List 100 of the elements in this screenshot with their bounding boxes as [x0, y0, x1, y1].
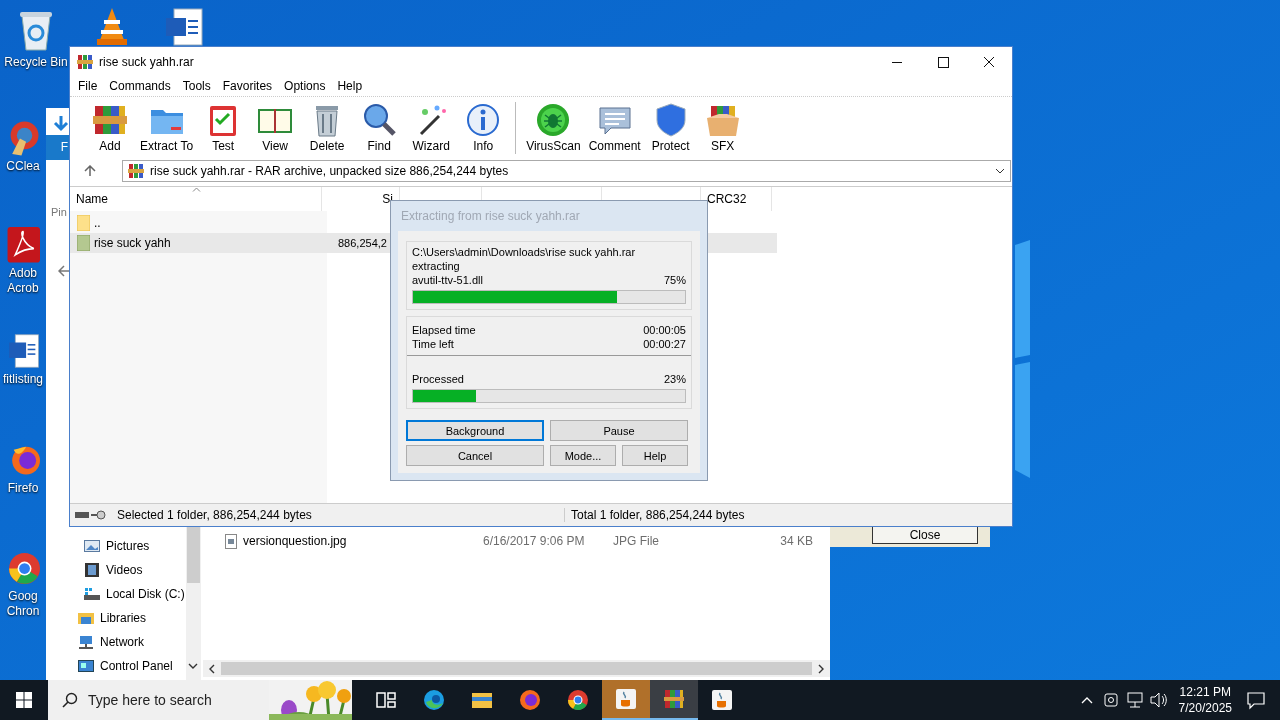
- file-size: 34 KB: [779, 534, 813, 548]
- toolbar-button[interactable]: Find: [353, 102, 406, 153]
- file-tab[interactable]: F: [46, 135, 69, 160]
- file-name: ..: [94, 216, 101, 230]
- cup-icon: [614, 687, 638, 711]
- nav-item[interactable]: Pictures: [46, 534, 186, 558]
- notification-icon[interactable]: [1246, 690, 1266, 710]
- processed-label: Processed: [412, 372, 464, 386]
- archive-icon: [128, 163, 144, 179]
- document-icon[interactable]: [6, 333, 40, 369]
- status-text: Selected 1 folder, 886,254,244 bytes: [117, 508, 565, 522]
- path-dropdown[interactable]: rise suck yahh.rar - RAR archive, unpacked size 886,254,244 bytes: [122, 160, 1011, 182]
- archive-icon: [77, 53, 93, 70]
- toolbar-button[interactable]: Extract To: [136, 102, 198, 153]
- nav-item[interactable]: Videos: [46, 558, 186, 582]
- percent-label: 23%: [663, 372, 686, 386]
- chevron-right-icon[interactable]: [818, 663, 824, 674]
- search-icon: [62, 692, 78, 708]
- desktop-icon-label[interactable]: CClea: [6, 159, 40, 174]
- toolbar-button[interactable]: View: [249, 102, 302, 153]
- network-icon: [78, 635, 94, 649]
- action-label: extracting: [412, 259, 461, 273]
- folder-icon: [77, 215, 90, 231]
- image-file-icon: [225, 533, 237, 549]
- up-arrow-icon[interactable]: [84, 165, 96, 177]
- search-field[interactable]: Type here to search: [88, 692, 258, 708]
- desktop-icon-label[interactable]: fitlisting: [3, 372, 43, 387]
- film-icon: [84, 563, 100, 577]
- folder-icon: [77, 235, 90, 251]
- menu-item[interactable]: File: [76, 79, 104, 93]
- dialog-title: Extracting from rise suck yahh.rar: [400, 208, 581, 225]
- clock-date[interactable]: 7/20/2025: [1178, 700, 1232, 716]
- drive-icon: [74, 510, 108, 520]
- file-name: rise suck yahh: [94, 236, 171, 250]
- chevron-down-icon[interactable]: [188, 663, 198, 669]
- toolbar-button[interactable]: Test: [197, 102, 250, 153]
- percent-label: 75%: [663, 273, 686, 287]
- file-date: 6/16/2017 9:06 PM: [483, 534, 586, 548]
- chevron-left-icon[interactable]: [209, 663, 215, 674]
- chevron-down-icon: [995, 168, 1005, 174]
- menu-item[interactable]: Options: [282, 79, 332, 93]
- clock-time[interactable]: 12:21 PM: [1179, 684, 1231, 700]
- horizontal-scrollbar[interactable]: [203, 660, 830, 677]
- toolbar-button[interactable]: Add: [84, 102, 136, 153]
- toolbar-button[interactable]: Protect: [644, 102, 697, 153]
- info-icon: [465, 102, 502, 138]
- file-name[interactable]: versionquestion.jpg: [243, 534, 483, 548]
- file-row[interactable]: rise suck yahh 886,254,2: [70, 233, 390, 253]
- bug-icon: [535, 102, 572, 138]
- toolbar-button[interactable]: Delete: [301, 102, 354, 153]
- file-size: 886,254,2: [338, 237, 387, 249]
- folder-icon: [78, 611, 94, 625]
- browser-icon: [566, 688, 590, 712]
- scrollbar-thumb[interactable]: [187, 527, 200, 583]
- dialog-button[interactable]: Cancel: [406, 445, 544, 466]
- time-left-label: Time left: [412, 337, 454, 351]
- dialog-button[interactable]: Background: [406, 420, 544, 441]
- menu-item[interactable]: Commands: [107, 79, 177, 93]
- elapsed-value: 00:00:05: [643, 323, 686, 337]
- nav-item[interactable]: Network: [46, 630, 186, 654]
- column-header[interactable]: CRC32: [707, 192, 747, 206]
- file-type: JPG File: [613, 534, 660, 548]
- toolbar-button[interactable]: Wizard: [405, 102, 458, 153]
- panel-icon: [78, 659, 94, 673]
- dialog-button[interactable]: Pause: [550, 420, 688, 441]
- elapsed-label: Elapsed time: [412, 323, 476, 337]
- cone-icon[interactable]: [94, 6, 130, 46]
- desktop-icon-label[interactable]: Recycle Bin: [4, 55, 68, 70]
- pin-label[interactable]: Pin: [51, 206, 67, 218]
- menu-item[interactable]: Favorites: [220, 79, 279, 93]
- dialog-button[interactable]: Mode...: [550, 445, 616, 466]
- toolbar-button[interactable]: Comment: [584, 102, 645, 153]
- menu-item[interactable]: Help: [335, 79, 369, 93]
- search-icon: [361, 102, 398, 138]
- pdf-icon[interactable]: [6, 225, 40, 263]
- nav-item[interactable]: Libraries: [46, 606, 186, 630]
- drive-icon: [84, 587, 100, 601]
- dialog-button[interactable]: Help: [622, 445, 688, 466]
- back-arrow-icon[interactable]: [58, 265, 70, 277]
- sort-caret-icon: [192, 187, 201, 192]
- toolbar-button[interactable]: Info: [457, 102, 510, 153]
- nav-item[interactable]: Local Disk (C:): [46, 582, 186, 606]
- nav-item[interactable]: Control Panel: [46, 654, 186, 678]
- browser-icon: [422, 688, 446, 712]
- status-text: Total 1 folder, 886,254,244 bytes: [571, 508, 745, 522]
- document-icon[interactable]: [164, 8, 204, 46]
- menu-item[interactable]: Tools: [180, 79, 217, 93]
- books-icon: [662, 687, 686, 711]
- toolbar-button[interactable]: VirusScan: [522, 102, 585, 153]
- time-left-value: 00:00:27: [643, 337, 686, 351]
- desktop-icon-label[interactable]: Adob Acrob: [2, 266, 44, 296]
- search-field[interactable]: Type here to search: [48, 680, 269, 720]
- file-name: avutil-ttv-51.dll: [412, 273, 483, 287]
- cup-icon: [710, 688, 734, 712]
- file-row[interactable]: ..: [70, 213, 390, 233]
- toolbar-button[interactable]: SFX: [696, 102, 749, 153]
- desktop-icon-label[interactable]: Firefo: [7, 481, 39, 496]
- archive-path: C:\Users\admin\Downloads\rise suck yahh.rar: [412, 245, 637, 259]
- column-header[interactable]: Name: [76, 192, 108, 206]
- desktop-icon-label[interactable]: Goog Chron: [2, 589, 44, 619]
